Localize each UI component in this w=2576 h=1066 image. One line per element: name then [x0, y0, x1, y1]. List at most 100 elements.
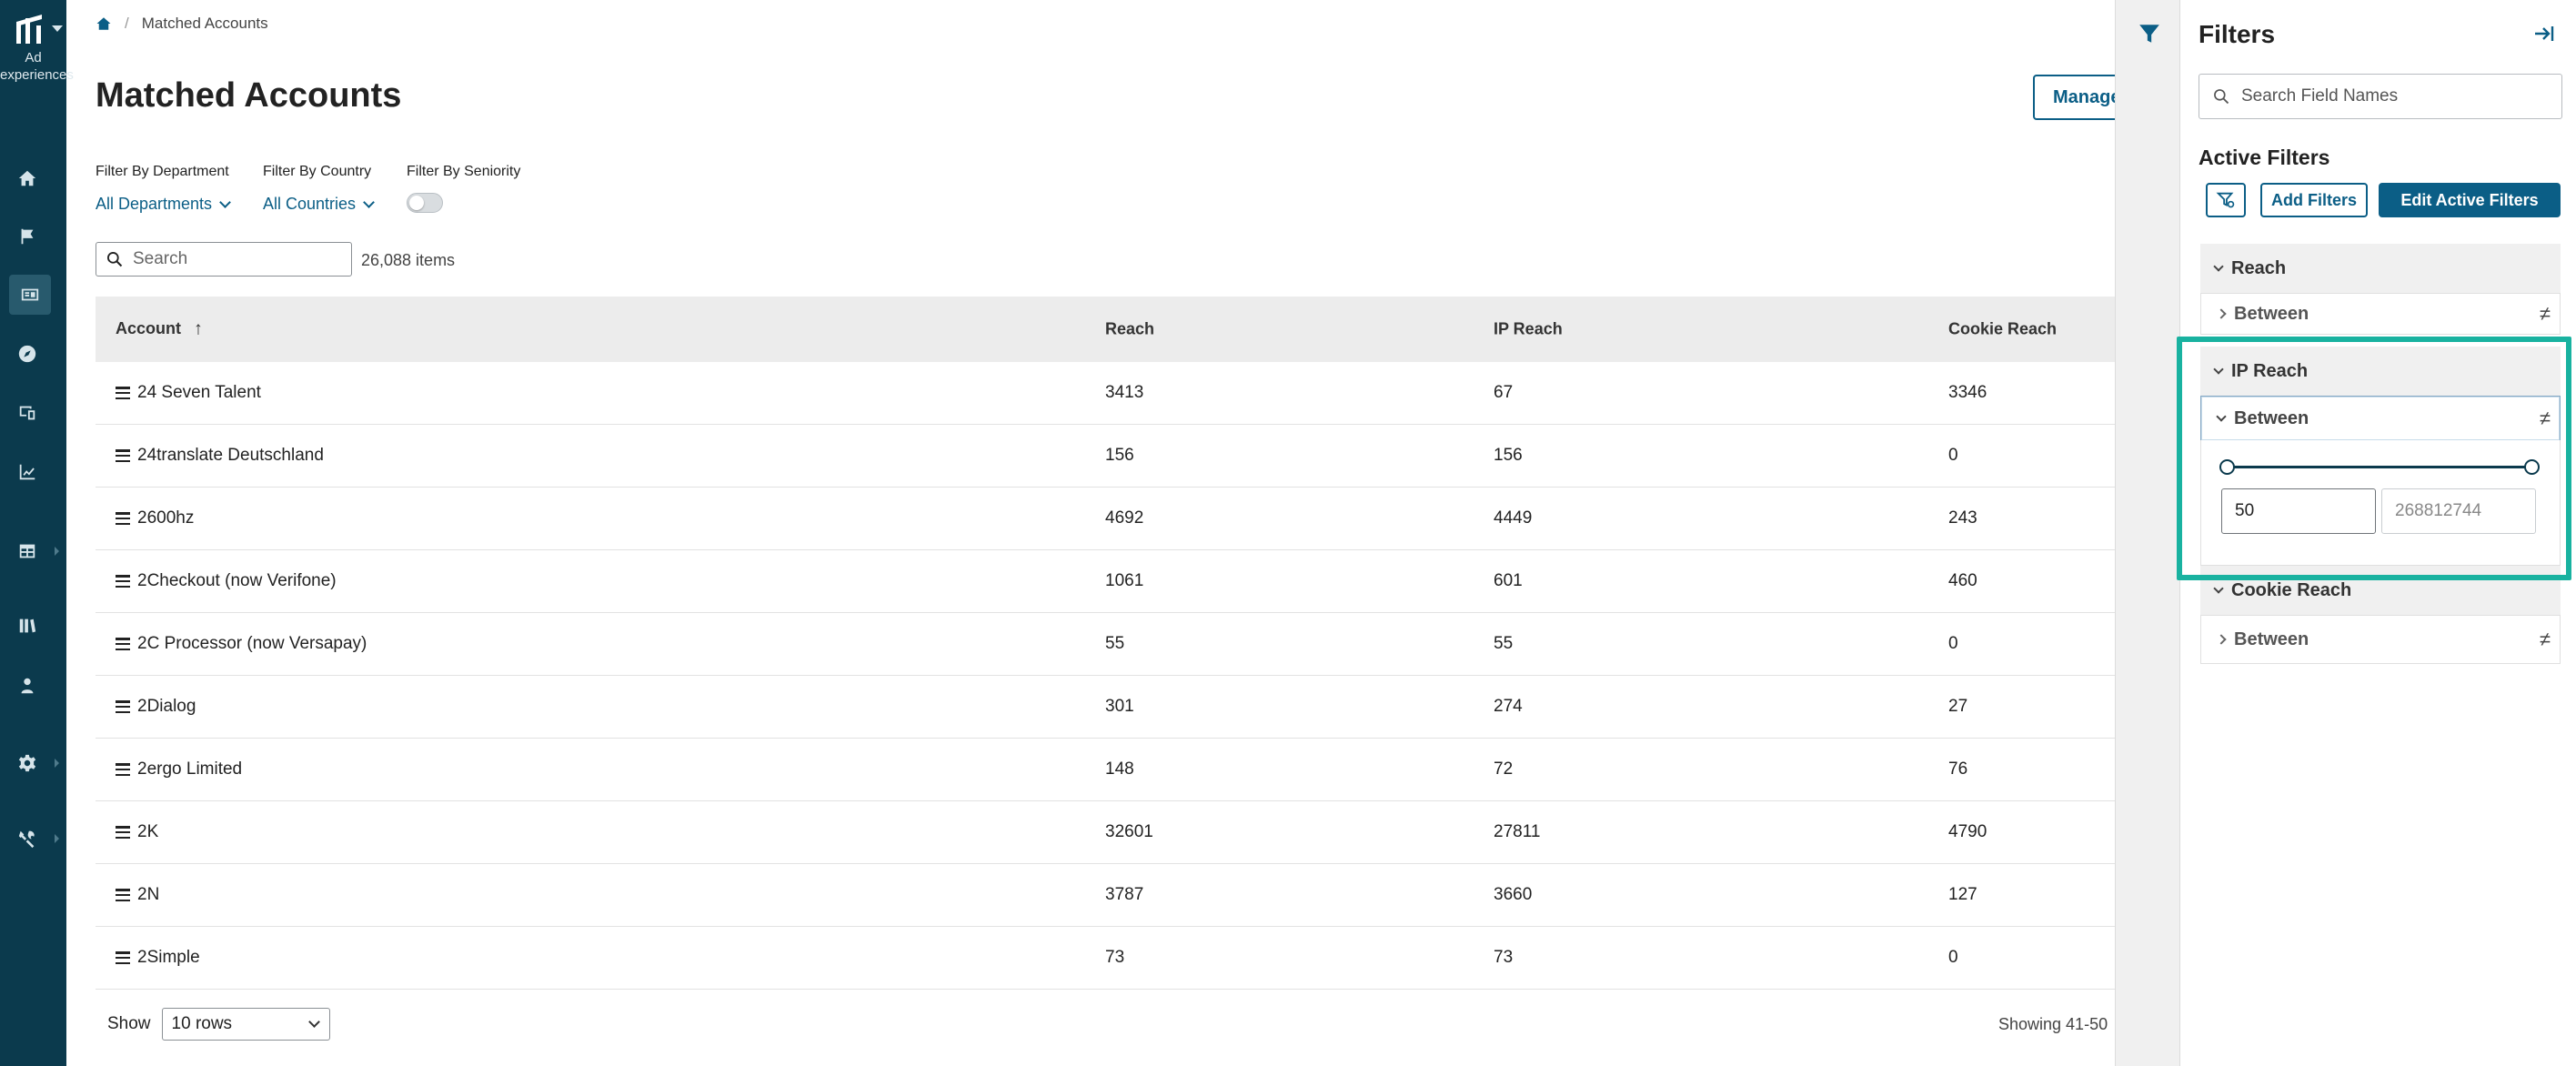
- table-row[interactable]: 2ergo Limited 148 72 76: [96, 739, 2115, 801]
- account-cell[interactable]: 24 Seven Talent: [116, 383, 261, 403]
- range-min-input[interactable]: [2221, 488, 2376, 534]
- account-name: 2600hz: [137, 508, 195, 528]
- row-menu-icon[interactable]: [116, 951, 130, 964]
- table-row[interactable]: 2N 3787 3660 127: [96, 864, 2115, 927]
- reach-cell: 1061: [1105, 571, 1144, 590]
- sort-ascending-icon[interactable]: ↑: [194, 319, 203, 340]
- ip-reach-cell: 4449: [1494, 508, 1533, 528]
- table-row[interactable]: 2Dialog 301 274 27: [96, 676, 2115, 739]
- chevron-down-icon: [363, 196, 375, 208]
- chevron-down-icon: [219, 196, 231, 208]
- row-menu-icon[interactable]: [116, 700, 130, 713]
- reach-cell: 301: [1105, 697, 1134, 716]
- filter-icon[interactable]: [2138, 22, 2161, 45]
- column-header-account[interactable]: Account ↑: [116, 319, 203, 340]
- row-menu-icon[interactable]: [116, 387, 130, 399]
- range-slider-min-handle[interactable]: [2219, 459, 2235, 475]
- account-cell[interactable]: 2600hz: [116, 508, 194, 528]
- account-cell[interactable]: 2Simple: [116, 948, 200, 968]
- compass-icon[interactable]: [13, 339, 42, 368]
- row-menu-icon[interactable]: [116, 889, 130, 901]
- row-menu-icon[interactable]: [116, 449, 130, 462]
- ip-reach-cell: 274: [1494, 697, 1523, 716]
- search-input[interactable]: [133, 249, 333, 269]
- search-icon: [107, 252, 123, 267]
- not-equal-icon[interactable]: ≠: [2540, 407, 2551, 430]
- ip-reach-cell: 67: [1494, 383, 1514, 402]
- library-icon[interactable]: [13, 611, 42, 640]
- row-menu-icon[interactable]: [116, 638, 130, 650]
- ip-reach-cell: 72: [1494, 759, 1514, 779]
- not-equal-icon[interactable]: ≠: [2540, 628, 2551, 651]
- row-menu-icon[interactable]: [116, 763, 130, 776]
- account-cell[interactable]: 2ergo Limited: [116, 759, 242, 779]
- reach-cell: 148: [1105, 759, 1134, 779]
- user-badge-icon[interactable]: [13, 671, 42, 700]
- tools-icon[interactable]: [13, 824, 42, 853]
- table-row[interactable]: 2K 32601 27811 4790: [96, 801, 2115, 864]
- row-menu-icon[interactable]: [116, 826, 130, 839]
- chevron-down-icon: [2216, 411, 2227, 422]
- item-count: 26,088 items: [361, 251, 456, 269]
- table-row[interactable]: 2C Processor (now Versapay) 55 55 0: [96, 613, 2115, 676]
- account-cell[interactable]: 2K: [116, 822, 158, 842]
- seniority-toggle[interactable]: [407, 193, 443, 213]
- flag-icon[interactable]: [13, 222, 42, 251]
- account-cell[interactable]: 2N: [116, 885, 159, 905]
- department-dropdown[interactable]: All Departments: [96, 195, 231, 214]
- collapse-panel-icon[interactable]: [2533, 24, 2555, 44]
- ip-reach-condition-row[interactable]: Between ≠: [2200, 396, 2561, 441]
- column-header-ip-reach[interactable]: IP Reach: [1494, 320, 1563, 339]
- chart-line-icon[interactable]: [13, 458, 42, 487]
- cookie-reach-cell: 27: [1948, 697, 1968, 716]
- filter-panel-toggle-strip: [2115, 0, 2180, 1066]
- breadcrumb-home-icon[interactable]: [96, 15, 112, 32]
- main-content: / Matched Accounts Matched Accounts Mana…: [66, 0, 2151, 1066]
- table-icon[interactable]: [13, 537, 42, 566]
- account-cell[interactable]: 24translate Deutschland: [116, 446, 324, 466]
- range-slider-max-handle[interactable]: [2524, 459, 2540, 475]
- account-cell[interactable]: 2Checkout (now Verifone): [116, 571, 337, 591]
- breadcrumb: / Matched Accounts: [96, 15, 268, 33]
- account-cell[interactable]: 2Dialog: [116, 697, 196, 717]
- rows-per-page-value: 10 rows: [171, 1014, 233, 1033]
- field-search-input[interactable]: [2241, 86, 2541, 106]
- app-logo-icon[interactable]: [15, 13, 51, 44]
- row-menu-icon[interactable]: [116, 512, 130, 525]
- not-equal-icon[interactable]: ≠: [2540, 302, 2551, 326]
- cookie-reach-cell: 4790: [1948, 822, 1987, 841]
- table-body: 24 Seven Talent 3413 67 3346 24translate Deu…: [96, 362, 2115, 990]
- reach-condition-row[interactable]: Between ≠: [2200, 293, 2561, 335]
- column-header-reach[interactable]: Reach: [1105, 320, 1154, 339]
- table-row[interactable]: 2Checkout (now Verifone) 1061 601 460: [96, 550, 2115, 613]
- table-row[interactable]: 24 Seven Talent 3413 67 3346: [96, 362, 2115, 425]
- table-row[interactable]: 24translate Deutschland 156 156 0: [96, 425, 2115, 488]
- filters-panel: Filters Active Filters Add Filters Edit …: [2180, 0, 2576, 1066]
- ip-reach-cell: 156: [1494, 446, 1523, 465]
- id-card-icon[interactable]: [9, 275, 51, 315]
- cookie-reach-condition-row[interactable]: Between ≠: [2200, 615, 2561, 664]
- gear-icon[interactable]: [13, 749, 42, 778]
- range-max-input[interactable]: [2381, 488, 2536, 534]
- table-row[interactable]: 2600hz 4692 4449 243: [96, 488, 2115, 550]
- add-filters-button[interactable]: Add Filters: [2260, 183, 2368, 217]
- account-cell[interactable]: 2C Processor (now Versapay): [116, 634, 367, 654]
- filter-section-reach[interactable]: Reach: [2200, 244, 2561, 293]
- filter-section-cookie-reach[interactable]: Cookie Reach: [2200, 566, 2561, 615]
- filter-settings-icon: [2216, 192, 2235, 208]
- edit-active-filters-button[interactable]: Edit Active Filters: [2379, 183, 2561, 217]
- chevron-down-icon: [307, 1016, 320, 1028]
- rows-per-page-select[interactable]: 10 rows: [161, 1008, 330, 1041]
- table-header: Account ↑ Reach IP Reach Cookie Reach: [96, 297, 2115, 362]
- column-header-cookie-reach[interactable]: Cookie Reach: [1948, 320, 2057, 339]
- app-switcher-caret-icon[interactable]: [52, 25, 63, 32]
- row-menu-icon[interactable]: [116, 575, 130, 588]
- home-icon[interactable]: [13, 164, 42, 193]
- country-dropdown[interactable]: All Countries: [263, 195, 375, 214]
- seniority-filter-label: Filter By Seniority: [407, 164, 521, 179]
- devices-icon[interactable]: [13, 398, 42, 427]
- table-row[interactable]: 2Simple 73 73 0: [96, 927, 2115, 990]
- range-slider-track[interactable]: [2227, 466, 2532, 468]
- filter-settings-button[interactable]: [2206, 183, 2246, 217]
- filter-section-ip-reach[interactable]: IP Reach: [2200, 347, 2561, 396]
